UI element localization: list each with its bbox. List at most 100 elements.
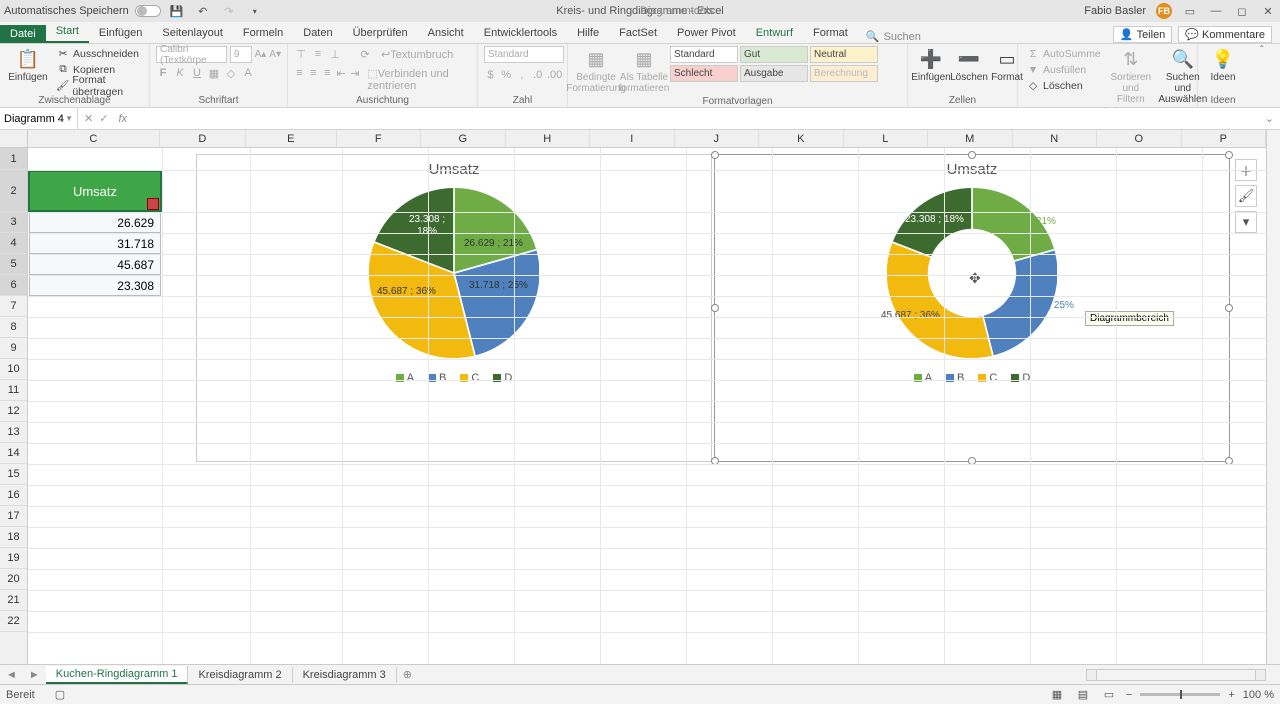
row-header-7[interactable]: 7 <box>0 296 27 317</box>
row-header-18[interactable]: 18 <box>0 527 27 548</box>
font-size-combo[interactable]: 9 <box>230 46 252 63</box>
user-name[interactable]: Fabio Basler <box>1084 5 1146 17</box>
page-break-view-icon[interactable]: ▭ <box>1100 687 1118 703</box>
indent-inc-icon[interactable]: ⇥ <box>350 67 361 92</box>
tab-pagelayout[interactable]: Seitenlayout <box>152 24 233 43</box>
format-painter-button[interactable]: 🖌Format übertragen <box>54 78 143 93</box>
cell-c5[interactable]: 45.687 <box>29 254 161 275</box>
zoom-in-icon[interactable]: + <box>1228 689 1234 701</box>
row-header-19[interactable]: 19 <box>0 548 27 569</box>
italic-button[interactable]: K <box>173 67 187 80</box>
tab-formulas[interactable]: Formeln <box>233 24 293 43</box>
row-header-4[interactable]: 4 <box>0 233 27 254</box>
cell-c6[interactable]: 23.308 <box>29 275 161 296</box>
tab-insert[interactable]: Einfügen <box>89 24 152 43</box>
sheet-tab-1[interactable]: Kuchen-Ringdiagramm 1 <box>46 666 189 684</box>
paste-button[interactable]: 📋Einfügen <box>6 46 50 95</box>
row-header-1[interactable]: 1 <box>0 148 27 170</box>
number-format-combo[interactable]: Standard <box>484 46 564 63</box>
macro-record-icon[interactable]: ▢ <box>55 688 65 701</box>
col-header-H[interactable]: H <box>506 130 591 147</box>
style-neutral[interactable]: Neutral <box>810 46 878 63</box>
col-header-E[interactable]: E <box>246 130 336 147</box>
ribbon-display-icon[interactable]: ▭ <box>1182 3 1198 19</box>
collapse-ribbon-icon[interactable]: ˆ <box>1254 44 1270 107</box>
share-button[interactable]: 👤Teilen <box>1113 26 1172 43</box>
tab-data[interactable]: Daten <box>293 24 342 43</box>
chart-doughnut[interactable]: ＋ 🖌 ▾ Umsatz 26.6 <box>714 154 1230 462</box>
row-header-21[interactable]: 21 <box>0 590 27 611</box>
tab-design[interactable]: Entwurf <box>746 24 803 43</box>
tab-review[interactable]: Überprüfen <box>343 24 418 43</box>
col-header-F[interactable]: F <box>337 130 422 147</box>
wrap-text-button[interactable]: ↩Textumbruch <box>381 48 453 61</box>
qat-more-icon[interactable]: ▾ <box>248 7 262 16</box>
user-avatar[interactable]: FB <box>1156 3 1172 19</box>
col-header-C[interactable]: C <box>28 130 160 147</box>
row-header-8[interactable]: 8 <box>0 317 27 338</box>
col-header-I[interactable]: I <box>590 130 675 147</box>
cell-c4[interactable]: 31.718 <box>29 233 161 254</box>
row-header-15[interactable]: 15 <box>0 464 27 485</box>
tab-help[interactable]: Hilfe <box>567 24 609 43</box>
autosum-button[interactable]: ΣAutoSumme <box>1024 46 1103 61</box>
align-right-icon[interactable]: ≡ <box>322 67 333 92</box>
comma-icon[interactable]: , <box>516 69 529 81</box>
align-top-icon[interactable]: ⊤ <box>294 48 308 61</box>
inc-decimal-icon[interactable]: .0 <box>531 69 544 81</box>
table-header-umsatz[interactable]: Umsatz <box>29 170 161 212</box>
vertical-scrollbar[interactable] <box>1266 130 1280 664</box>
row-header-20[interactable]: 20 <box>0 569 27 590</box>
row-header-3[interactable]: 3 <box>0 212 27 233</box>
font-color-icon[interactable]: A <box>241 67 255 80</box>
row-header-13[interactable]: 13 <box>0 422 27 443</box>
sheet-tab-3[interactable]: Kreisdiagramm 3 <box>293 667 397 683</box>
col-header-K[interactable]: K <box>759 130 844 147</box>
border-icon[interactable]: ▦ <box>207 67 221 80</box>
col-header-L[interactable]: L <box>844 130 929 147</box>
col-header-O[interactable]: O <box>1097 130 1182 147</box>
insert-cells-button[interactable]: ➕Einfügen <box>914 46 948 95</box>
underline-button[interactable]: U <box>190 67 204 80</box>
comments-button[interactable]: 💬Kommentare <box>1178 26 1272 43</box>
chart-filter-button[interactable]: ▾ <box>1235 211 1257 233</box>
chevron-down-icon[interactable]: ▼ <box>65 114 73 123</box>
shrink-font-icon[interactable]: A▾ <box>269 49 281 60</box>
page-layout-view-icon[interactable]: ▤ <box>1074 687 1092 703</box>
merge-button[interactable]: ⬚Verbinden und zentrieren <box>367 67 471 92</box>
ideas-button[interactable]: 💡Ideen <box>1204 46 1242 95</box>
style-calc[interactable]: Berechnung <box>810 65 878 82</box>
grow-font-icon[interactable]: A▴ <box>255 49 267 60</box>
chart-pie[interactable]: Umsatz 26.629 ; 21% 31.718 ; 25% <box>196 154 712 462</box>
autosave-toggle[interactable] <box>135 5 161 17</box>
col-header-J[interactable]: J <box>675 130 760 147</box>
conditional-formatting-button[interactable]: ▦Bedingte Formatierung <box>574 46 618 96</box>
row-header-17[interactable]: 17 <box>0 506 27 527</box>
align-middle-icon[interactable]: ≡ <box>311 48 325 61</box>
fill-color-icon[interactable]: ◇ <box>224 67 238 80</box>
col-header-M[interactable]: M <box>928 130 1013 147</box>
format-as-table-button[interactable]: ▦Als Tabelle formatieren <box>622 46 666 96</box>
redo-icon[interactable]: ↷ <box>222 5 236 18</box>
clear-button[interactable]: ◇Löschen <box>1024 78 1103 93</box>
undo-icon[interactable]: ↶ <box>196 5 210 18</box>
style-bad[interactable]: Schlecht <box>670 65 738 82</box>
zoom-slider[interactable] <box>1140 693 1220 696</box>
select-all-corner[interactable] <box>0 130 28 148</box>
maximize-icon[interactable]: ◻ <box>1234 3 1250 19</box>
style-good[interactable]: Gut <box>740 46 808 63</box>
style-standard[interactable]: Standard <box>670 46 738 63</box>
font-name-combo[interactable]: Calibri (Textkörpe <box>156 46 227 63</box>
cancel-formula-icon[interactable]: ✕ <box>84 112 93 125</box>
worksheet[interactable]: 12345678910111213141516171819202122 CDEF… <box>0 130 1280 664</box>
row-header-5[interactable]: 5 <box>0 254 27 275</box>
col-header-D[interactable]: D <box>160 130 246 147</box>
sort-filter-button[interactable]: ⇅Sortieren und Filtern <box>1107 46 1155 107</box>
col-header-G[interactable]: G <box>421 130 506 147</box>
fx-icon[interactable]: fx <box>114 113 131 125</box>
col-header-N[interactable]: N <box>1013 130 1098 147</box>
tab-view[interactable]: Ansicht <box>418 24 474 43</box>
row-header-22[interactable]: 22 <box>0 611 27 632</box>
row-header-16[interactable]: 16 <box>0 485 27 506</box>
tell-me-search[interactable]: 🔍 Suchen <box>858 30 929 43</box>
